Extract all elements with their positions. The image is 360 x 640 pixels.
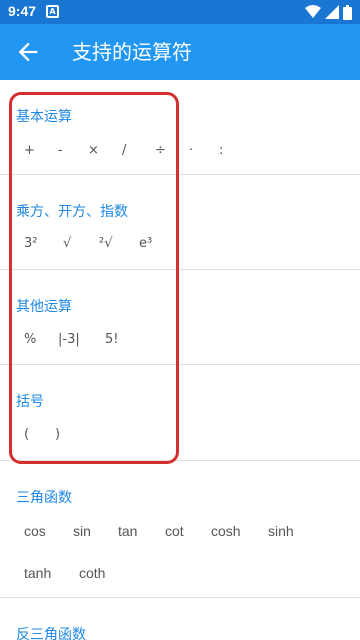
status-icons: [305, 4, 352, 20]
operator-item[interactable]: %: [24, 332, 36, 347]
section-inverse-trig: 反三角函数: [0, 598, 360, 640]
section-title: 括号: [16, 394, 44, 410]
operator-item[interactable]: 5!: [105, 332, 118, 347]
signal-icon: [325, 5, 339, 19]
section-brackets: 括号 ( ): [0, 365, 360, 461]
notification-icon: A: [46, 5, 59, 18]
operator-item[interactable]: ²√: [99, 236, 113, 251]
operator-item[interactable]: |-3|: [58, 332, 80, 347]
function-item[interactable]: coth: [79, 565, 105, 581]
section-basic: 基本运算 + - × / ÷ · :: [0, 80, 360, 175]
operator-item[interactable]: :: [219, 143, 223, 158]
arrow-back-icon[interactable]: [14, 38, 42, 66]
status-time: 9:47: [8, 3, 37, 19]
status-bar: 9:47 A: [0, 0, 360, 24]
section-power: 乘方、开方、指数 3² √ ²√ e³: [0, 175, 360, 270]
section-title: 乘方、开方、指数: [16, 204, 128, 220]
operator-item[interactable]: √: [63, 236, 71, 251]
operator-item[interactable]: +: [24, 143, 35, 158]
app-bar: 支持的运算符: [0, 24, 360, 80]
operator-item[interactable]: ×: [88, 143, 99, 158]
function-item[interactable]: sinh: [268, 523, 294, 539]
operator-item[interactable]: -: [58, 143, 63, 158]
operator-item[interactable]: e³: [139, 236, 152, 251]
function-item[interactable]: cosh: [211, 523, 241, 539]
operator-item[interactable]: 3²: [24, 236, 37, 251]
operator-item[interactable]: ): [55, 427, 60, 442]
function-item[interactable]: tan: [118, 523, 137, 539]
section-title: 其他运算: [16, 299, 72, 315]
wifi-icon: [305, 5, 321, 18]
operator-item[interactable]: ·: [189, 143, 193, 158]
function-item[interactable]: cos: [24, 523, 46, 539]
function-item[interactable]: cot: [165, 523, 184, 539]
operator-item[interactable]: ÷: [155, 143, 166, 158]
section-other: 其他运算 % |-3| 5!: [0, 270, 360, 365]
section-title: 三角函数: [16, 490, 72, 506]
section-title: 反三角函数: [16, 627, 86, 640]
page-title: 支持的运算符: [72, 40, 192, 64]
section-title: 基本运算: [16, 109, 72, 125]
section-trig: 三角函数 cos sin tan cot cosh sinh tanh coth: [0, 461, 360, 598]
operator-item[interactable]: (: [24, 427, 29, 442]
battery-icon: [343, 4, 352, 20]
operator-item[interactable]: /: [122, 143, 126, 158]
function-item[interactable]: tanh: [24, 565, 51, 581]
function-item[interactable]: sin: [73, 523, 91, 539]
